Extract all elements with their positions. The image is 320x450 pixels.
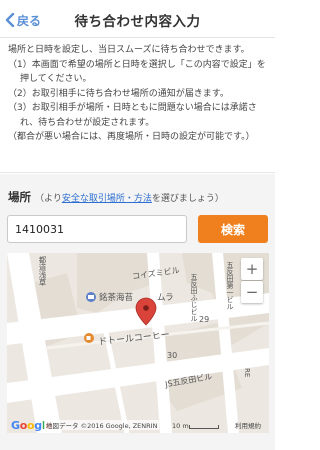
- postal-code-input[interactable]: [7, 215, 187, 243]
- zoom-in-button[interactable]: +: [241, 258, 263, 280]
- map-label-building-3: 五反田ふじビル: [190, 273, 198, 322]
- map-scale-bar: [189, 425, 219, 429]
- map-label-number-30: 30: [167, 351, 178, 360]
- map-label-street: 都道浅草: [38, 256, 47, 286]
- map-footer: Google 地図データ ©2016 Google, ZENRIN 10 m 利…: [7, 419, 269, 433]
- map-label-building-2: 五反田第一ビル: [226, 261, 234, 310]
- map-copyright: 地図データ ©2016 Google, ZENRIN: [44, 420, 160, 430]
- map-scale-label: 10 m: [172, 422, 189, 430]
- map-terms-link[interactable]: 利用規約: [235, 420, 261, 430]
- instruction-main: 場所と日時を設定し、当日スムーズに待ち合わせできます。: [8, 45, 250, 55]
- map-label-shop-b: ムラ: [157, 293, 174, 303]
- zoom-out-button[interactable]: −: [241, 281, 263, 303]
- safe-place-link[interactable]: 安全な取引場所・方法: [62, 191, 152, 204]
- instruction-note: （都合が悪い場合には、再度場所・日時の設定が可能です。）: [8, 132, 255, 142]
- map-label-number-29: 29: [199, 315, 210, 324]
- map-view[interactable]: 都道浅草 コイズミビル 五反田第一ビル 五反田ふじビル 銘茶海苔 ムラ ドトール…: [7, 253, 269, 433]
- map-label-shop: 銘茶海苔: [99, 293, 134, 303]
- instruction-step-3: （3）お取引相手が場所・日時ともに問題ない場合には承諾され、待ち合わせが設定され…: [8, 103, 257, 128]
- search-button[interactable]: 検索: [198, 215, 268, 243]
- page-title: 待ち合わせ内容入力: [74, 14, 201, 30]
- instructions: 場所と日時を設定し、当日スムーズに待ち合わせできます。 （1）本画面で希望の場所…: [0, 39, 275, 173]
- app-header: 戻る 待ち合わせ内容入力: [0, 0, 275, 38]
- instruction-step-2: （2）お取引相手に待ち合わせ場所の通知が届きます。: [8, 88, 229, 99]
- instruction-step-1: （1）本画面で希望の場所と日時を選択し「この内容で設定」を押してください。: [8, 59, 266, 85]
- place-hint-prefix: （より: [35, 194, 62, 204]
- map-label-building-5: RE: [243, 368, 251, 378]
- place-label: 場所: [8, 190, 31, 204]
- place-hint-suffix: を選びましょう）: [151, 194, 224, 204]
- place-heading: 場所 （より 安全な取引場所・方法 を選びましょう）: [8, 189, 270, 205]
